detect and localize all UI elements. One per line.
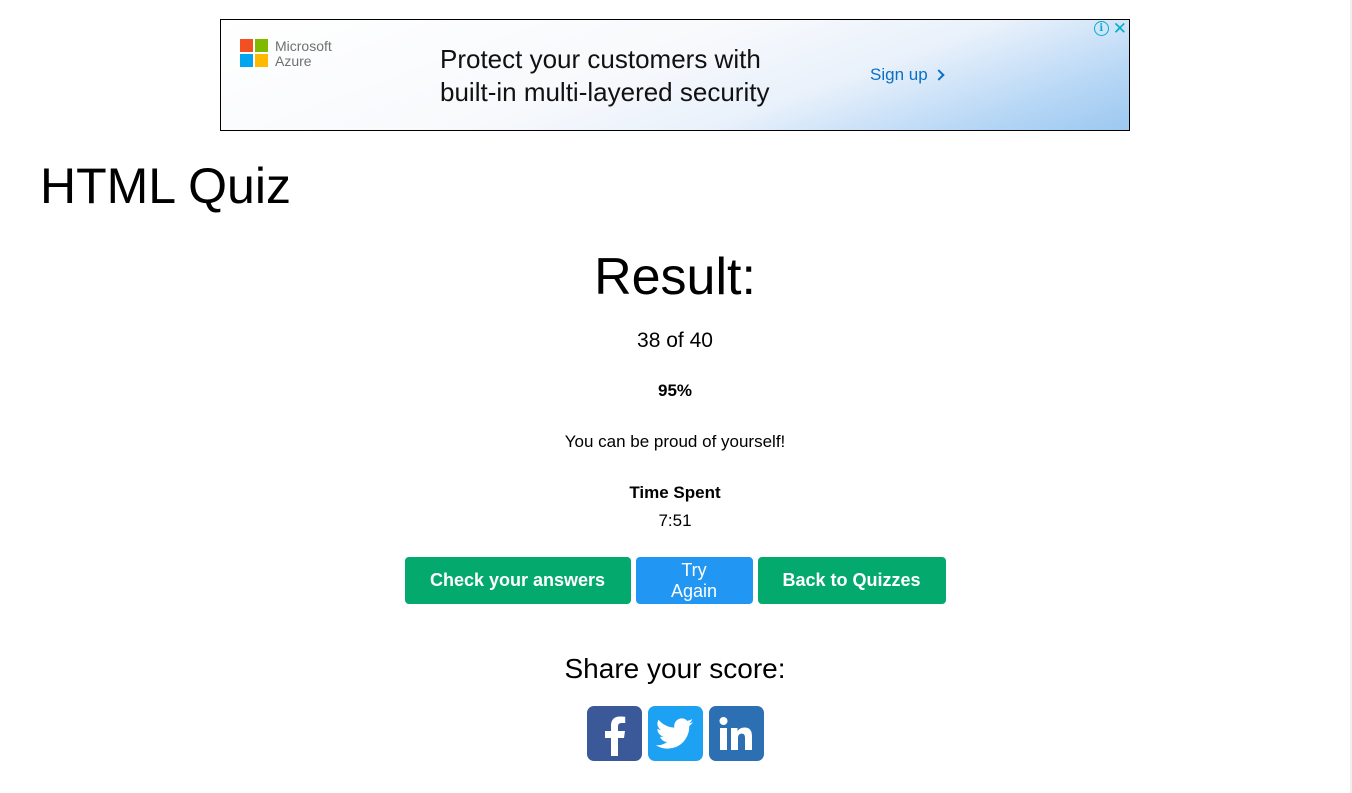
ad-headline-line1: Protect your customers with	[440, 44, 761, 74]
back-to-quizzes-button[interactable]: Back to Quizzes	[757, 557, 946, 604]
ad-brand-text: Microsoft Azure	[275, 39, 332, 69]
linkedin-icon	[719, 716, 752, 750]
score-text: 38 of 40	[637, 329, 713, 352]
time-spent-label: Time Spent	[629, 483, 721, 502]
microsoft-logo-icon	[240, 39, 268, 67]
facebook-icon	[605, 716, 626, 756]
ad-sign-up-link[interactable]: Sign up	[870, 65, 945, 85]
twitter-share-button[interactable]	[647, 706, 703, 761]
ad-cta-label: Sign up	[870, 65, 928, 84]
time-spent-value: 7:51	[658, 511, 692, 530]
microsoft-azure-logo: Microsoft Azure	[240, 39, 332, 69]
quiz-result-page: Microsoft Azure Protect your customers w…	[0, 0, 1352, 793]
close-icon[interactable]: ✕	[1113, 20, 1127, 37]
result-panel: Result: 38 of 40 95% You can be proud of…	[0, 246, 1350, 761]
advertisement-banner[interactable]: Microsoft Azure Protect your customers w…	[220, 19, 1130, 131]
chevron-right-icon	[933, 69, 945, 81]
try-again-button[interactable]: Try Again	[635, 557, 753, 604]
social-share-buttons	[0, 706, 1350, 761]
share-heading: Share your score:	[564, 653, 786, 684]
score-percent: 95%	[657, 381, 693, 400]
facebook-share-button[interactable]	[586, 706, 642, 761]
ad-headline-line2: built-in multi-layered security	[440, 77, 770, 107]
result-heading: Result:	[594, 248, 756, 306]
page-title: HTML Quiz	[40, 158, 291, 214]
ad-brand-line2: Azure	[275, 53, 312, 69]
linkedin-share-button[interactable]	[708, 706, 764, 761]
twitter-icon	[656, 717, 694, 749]
ad-headline: Protect your customers with built-in mul…	[440, 43, 860, 109]
ad-controls: i ✕	[1093, 20, 1127, 37]
result-actions: Check your answers Try Again Back to Qui…	[0, 557, 1350, 604]
info-icon[interactable]: i	[1093, 21, 1109, 36]
result-message: You can be proud of yourself!	[564, 432, 786, 451]
check-answers-button[interactable]: Check your answers	[404, 557, 631, 604]
ad-brand-line1: Microsoft	[275, 38, 332, 54]
